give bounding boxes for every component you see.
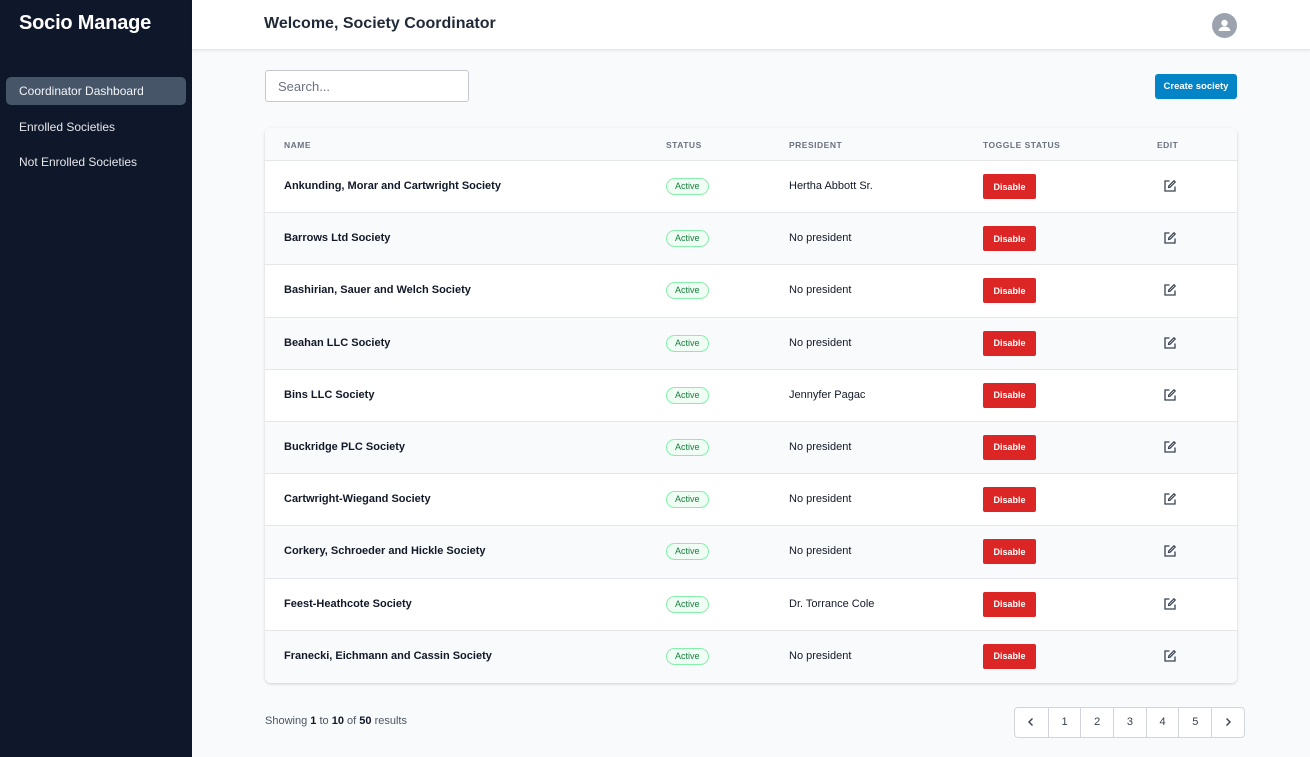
edit-icon[interactable] (1163, 649, 1177, 663)
disable-button[interactable]: Disable (983, 539, 1036, 565)
disable-button[interactable]: Disable (983, 382, 1036, 408)
society-name: Ankunding, Morar and Cartwright Society (284, 180, 501, 192)
president-name: Hertha Abbott Sr. (789, 180, 873, 192)
search-input[interactable] (265, 70, 469, 102)
president-name: No president (789, 284, 852, 297)
edit-icon[interactable] (1163, 492, 1177, 506)
edit-icon[interactable] (1163, 231, 1177, 245)
society-name: Bins LLC Society (284, 388, 375, 401)
table-row: Beahan LLC Society Active No president Disa… (265, 317, 1237, 370)
brand-logo[interactable]: Socio Manage (19, 12, 151, 35)
status-badge: Active (666, 230, 709, 248)
status-badge: Active (666, 595, 709, 613)
edit-icon[interactable] (1163, 179, 1177, 193)
column-header-president: PRESIDENT (789, 140, 843, 150)
society-name: Corkery, Schroeder and Hickle Society (284, 545, 486, 558)
user-icon[interactable] (1212, 13, 1237, 38)
column-header-edit: EDIT (1157, 140, 1179, 150)
chevron-left-icon (1028, 718, 1034, 727)
edit-icon[interactable] (1163, 283, 1177, 297)
column-header-status: STATUS (666, 140, 702, 150)
status-badge: Active (666, 491, 709, 509)
table-body: Ankunding, Morar and Cartwright Society A… (265, 161, 1237, 683)
page-button-1[interactable]: 1 (1047, 708, 1081, 737)
edit-icon[interactable] (1163, 388, 1177, 402)
disable-button[interactable]: Disable (983, 174, 1036, 199)
prev-page-button[interactable] (1015, 708, 1048, 737)
disable-button[interactable]: Disable (983, 330, 1036, 356)
society-name: Feest-Heathcote Society (284, 597, 412, 610)
disable-button[interactable]: Disable (983, 226, 1036, 252)
table-row: Feest-Heathcote Society Active Dr. Torranc… (265, 578, 1237, 631)
table-row: Bashirian, Sauer and Welch Society Active… (265, 265, 1237, 318)
table-row: Bins LLC Society Active Jennyfer Pagac Disa… (265, 369, 1237, 422)
table-row: Ankunding, Morar and Cartwright Society A… (265, 161, 1237, 214)
column-header-toggle-status: TOGGLE STATUS (983, 140, 1061, 150)
societies-table: NAME STATUS PRESIDENT TOGGLE STATUS EDIT… (265, 128, 1237, 683)
sidebar: Socio Manage Coordinator Dashboard Enrol… (0, 0, 192, 757)
society-name: Beahan LLC Society (284, 336, 391, 349)
topbar: Welcome, Society Coordinator (192, 0, 1310, 50)
page-button-3[interactable]: 3 (1113, 708, 1146, 737)
disable-button[interactable]: Disable (983, 434, 1036, 460)
column-header-name: NAME (284, 140, 312, 150)
sidebar-nav: Coordinator Dashboard Enrolled Societies… (6, 77, 186, 184)
page-title: Welcome, Society Coordinator (264, 15, 496, 32)
table-row: Cartwright-Wiegand Society Active No presi… (265, 474, 1237, 527)
status-badge: Active (666, 334, 709, 352)
page-button-2[interactable]: 2 (1080, 708, 1113, 737)
edit-icon[interactable] (1163, 597, 1177, 611)
edit-icon[interactable] (1163, 336, 1177, 350)
disable-button[interactable]: Disable (983, 487, 1036, 513)
page-button-5[interactable]: 5 (1178, 708, 1211, 737)
sidebar-item-not-enrolled-societies[interactable]: Not Enrolled Societies (6, 148, 186, 176)
edit-icon[interactable] (1163, 440, 1177, 454)
disable-button[interactable]: Disable (983, 591, 1036, 617)
society-name: Barrows Ltd Society (284, 232, 391, 245)
table-row: Barrows Ltd Society Active No president Dis… (265, 213, 1237, 266)
chevron-right-icon (1225, 718, 1231, 727)
president-name: No president (789, 493, 852, 506)
president-name: No president (789, 440, 852, 453)
sidebar-item-enrolled-societies[interactable]: Enrolled Societies (6, 113, 186, 141)
status-badge: Active (666, 178, 709, 195)
sidebar-item-coordinator-dashboard[interactable]: Coordinator Dashboard (6, 77, 186, 105)
results-summary: Showing 1 to 10 of 50 results (265, 715, 407, 727)
society-name: Cartwright-Wiegand Society (284, 493, 431, 506)
society-name: Franecki, Eichmann and Cassin Society (284, 649, 492, 662)
society-name: Bashirian, Sauer and Welch Society (284, 284, 471, 297)
create-society-button[interactable]: Create society (1155, 74, 1237, 99)
disable-button[interactable]: Disable (983, 278, 1036, 304)
society-name: Buckridge PLC Society (284, 440, 406, 453)
table-row: Buckridge PLC Society Active No president D… (265, 421, 1237, 475)
status-badge: Active (666, 386, 709, 404)
next-page-button[interactable] (1211, 708, 1244, 737)
table-row: Franecki, Eichmann and Cassin Society Act… (265, 630, 1237, 683)
president-name: No president (789, 649, 852, 662)
page-button-4[interactable]: 4 (1145, 708, 1179, 737)
status-badge: Active (666, 282, 709, 300)
president-name: Dr. Torrance Cole (789, 597, 875, 610)
status-badge: Active (666, 543, 709, 561)
status-badge: Active (666, 438, 709, 456)
edit-icon[interactable] (1163, 544, 1177, 558)
president-name: Jennyfer Pagac (789, 388, 866, 401)
table-header: NAME STATUS PRESIDENT TOGGLE STATUS EDIT (265, 128, 1237, 161)
president-name: No president (789, 545, 852, 558)
president-name: No president (789, 232, 852, 245)
president-name: No president (789, 336, 852, 349)
disable-button[interactable]: Disable (983, 643, 1036, 669)
table-row: Corkery, Schroeder and Hickle Society Act… (265, 526, 1237, 579)
status-badge: Active (666, 647, 709, 665)
pagination: 1 2 3 4 5 (1014, 707, 1245, 738)
